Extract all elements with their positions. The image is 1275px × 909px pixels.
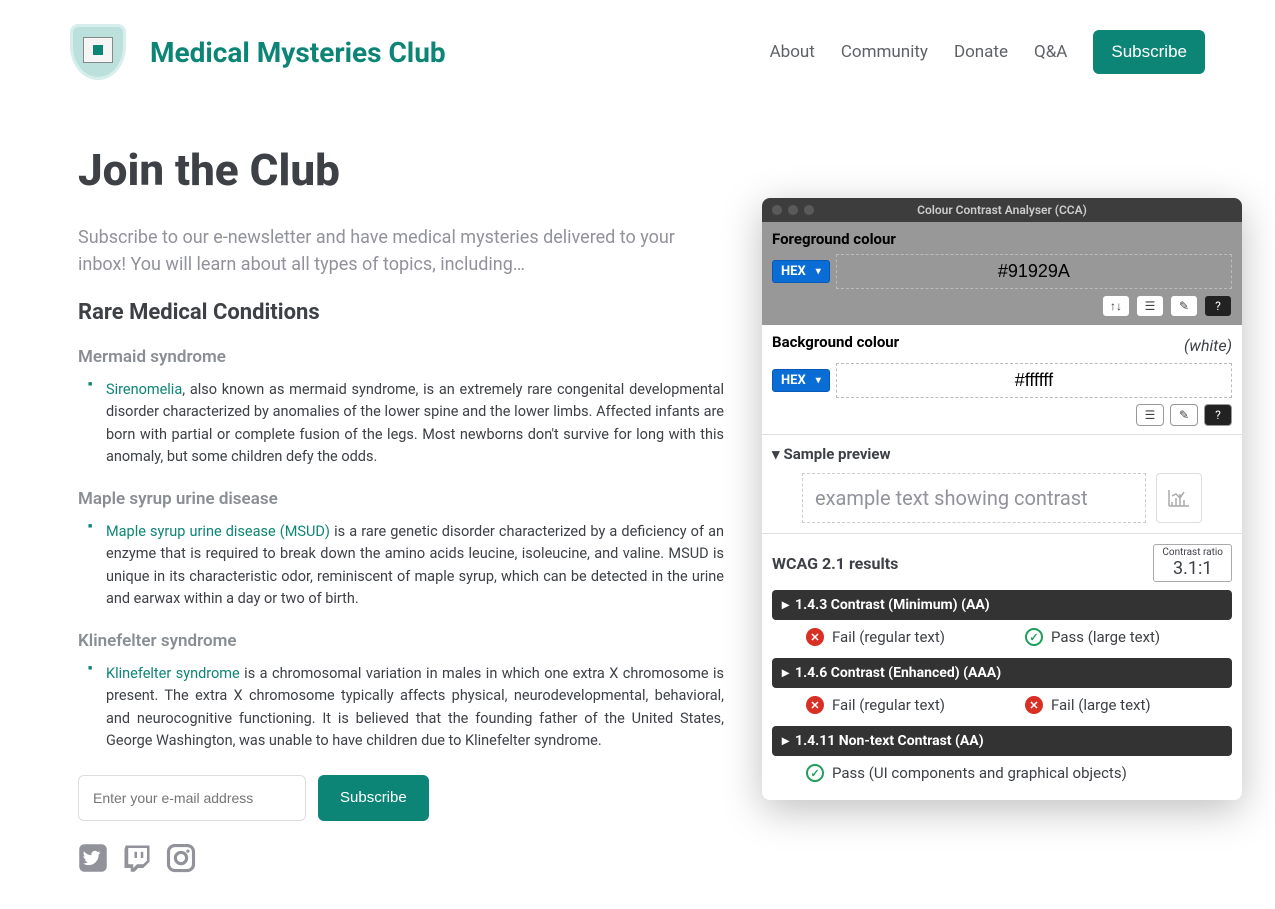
fg-color-input[interactable] bbox=[836, 254, 1232, 289]
condition-link[interactable]: Maple syrup urine disease (MSUD) bbox=[106, 523, 330, 540]
page-title: Join the Club bbox=[78, 144, 730, 196]
caret-right-icon: ▸ bbox=[782, 597, 789, 613]
bg-name-label: (white) bbox=[1184, 336, 1232, 355]
pass-icon: ✓ bbox=[806, 764, 824, 782]
condition-link[interactable]: Klinefelter syndrome bbox=[106, 665, 240, 682]
bg-format-select[interactable]: HEX bbox=[772, 369, 830, 392]
sample-preview-toggle[interactable]: ▾Sample preview bbox=[772, 445, 1232, 463]
sliders-icon[interactable]: ☰ bbox=[1136, 295, 1164, 317]
criterion-143[interactable]: ▸1.4.3 Contrast (Minimum) (AA) bbox=[772, 590, 1232, 620]
subscribe-button[interactable]: Subscribe bbox=[318, 775, 429, 821]
criterion-1411[interactable]: ▸1.4.11 Non-text Contrast (AA) bbox=[772, 726, 1232, 756]
results-section: WCAG 2.1 results Contrast ratio 3.1:1 ▸1… bbox=[762, 533, 1242, 800]
main-content: Join the Club Subscribe to our e-newslet… bbox=[0, 104, 800, 893]
brand-name: Medical Mysteries Club bbox=[150, 36, 446, 69]
condition-klinefelter: Klinefelter syndrome Klinefelter syndrom… bbox=[78, 631, 730, 753]
condition-link[interactable]: Sirenomelia bbox=[106, 381, 182, 398]
social-links bbox=[78, 843, 730, 873]
subscribe-button-header[interactable]: Subscribe bbox=[1093, 30, 1205, 74]
subscribe-form: Subscribe bbox=[78, 775, 730, 821]
logo-icon bbox=[70, 24, 126, 80]
twitter-icon[interactable] bbox=[78, 843, 108, 873]
cca-titlebar[interactable]: Colour Contrast Analyser (CCA) bbox=[762, 198, 1242, 222]
cca-window: Colour Contrast Analyser (CCA) Foregroun… bbox=[762, 198, 1242, 800]
result-fail-regular: ✕Fail (regular text) bbox=[806, 696, 945, 714]
fail-icon: ✕ bbox=[1025, 696, 1043, 714]
email-field[interactable] bbox=[78, 775, 306, 821]
pass-icon: ✓ bbox=[1025, 628, 1043, 646]
nav-about[interactable]: About bbox=[770, 42, 815, 62]
eyedropper-icon[interactable]: ✎ bbox=[1170, 295, 1198, 317]
chart-icon[interactable] bbox=[1156, 473, 1202, 523]
swap-icon[interactable]: ↑↓ bbox=[1102, 295, 1130, 317]
background-section: Background colour (white) HEX ☰ ✎ ? bbox=[762, 325, 1242, 434]
condition-name: Mermaid syndrome bbox=[78, 347, 730, 367]
condition-text: Sirenomelia, also known as mermaid syndr… bbox=[92, 379, 724, 469]
condition-text: Klinefelter syndrome is a chromosomal va… bbox=[92, 663, 724, 753]
bg-color-input[interactable] bbox=[836, 363, 1232, 398]
fail-icon: ✕ bbox=[806, 696, 824, 714]
result-fail-large: ✕Fail (large text) bbox=[1025, 696, 1151, 714]
main-nav: About Community Donate Q&A Subscribe bbox=[770, 30, 1205, 74]
condition-name: Maple syrup urine disease bbox=[78, 489, 730, 509]
fail-icon: ✕ bbox=[806, 628, 824, 646]
sample-preview-section: ▾Sample preview example text showing con… bbox=[762, 434, 1242, 533]
contrast-ratio: Contrast ratio 3.1:1 bbox=[1153, 544, 1232, 582]
caret-down-icon: ▾ bbox=[772, 445, 780, 463]
background-label: Background colour bbox=[772, 333, 899, 351]
help-icon[interactable]: ? bbox=[1204, 404, 1232, 426]
result-pass-large: ✓Pass (large text) bbox=[1025, 628, 1160, 646]
nav-donate[interactable]: Donate bbox=[954, 42, 1008, 62]
intro-text: Subscribe to our e-newsletter and have m… bbox=[78, 224, 718, 278]
foreground-label: Foreground colour bbox=[772, 230, 1232, 248]
condition-text: Maple syrup urine disease (MSUD) is a ra… bbox=[92, 521, 724, 611]
fg-format-select[interactable]: HEX bbox=[772, 260, 830, 283]
condition-mermaid: Mermaid syndrome Sirenomelia, also known… bbox=[78, 347, 730, 469]
site-header: Medical Mysteries Club About Community D… bbox=[0, 0, 1275, 104]
twitch-icon[interactable] bbox=[122, 843, 152, 873]
criterion-146[interactable]: ▸1.4.6 Contrast (Enhanced) (AAA) bbox=[772, 658, 1232, 688]
result-fail-regular: ✕Fail (regular text) bbox=[806, 628, 945, 646]
sliders-icon[interactable]: ☰ bbox=[1136, 404, 1164, 426]
brand: Medical Mysteries Club bbox=[70, 24, 446, 80]
condition-msud: Maple syrup urine disease Maple syrup ur… bbox=[78, 489, 730, 611]
nav-qa[interactable]: Q&A bbox=[1034, 42, 1067, 62]
nav-community[interactable]: Community bbox=[841, 42, 928, 62]
result-pass-ui: ✓Pass (UI components and graphical objec… bbox=[806, 764, 1127, 782]
caret-right-icon: ▸ bbox=[782, 665, 789, 681]
instagram-icon[interactable] bbox=[166, 843, 196, 873]
help-icon[interactable]: ? bbox=[1204, 295, 1232, 317]
results-title: WCAG 2.1 results bbox=[772, 554, 898, 573]
eyedropper-icon[interactable]: ✎ bbox=[1170, 404, 1198, 426]
foreground-section: Foreground colour HEX ↑↓ ☰ ✎ ? bbox=[762, 222, 1242, 325]
caret-right-icon: ▸ bbox=[782, 733, 789, 749]
cca-title: Colour Contrast Analyser (CCA) bbox=[762, 203, 1242, 217]
sample-text: example text showing contrast bbox=[802, 473, 1146, 523]
section-title: Rare Medical Conditions bbox=[78, 300, 730, 325]
condition-name: Klinefelter syndrome bbox=[78, 631, 730, 651]
